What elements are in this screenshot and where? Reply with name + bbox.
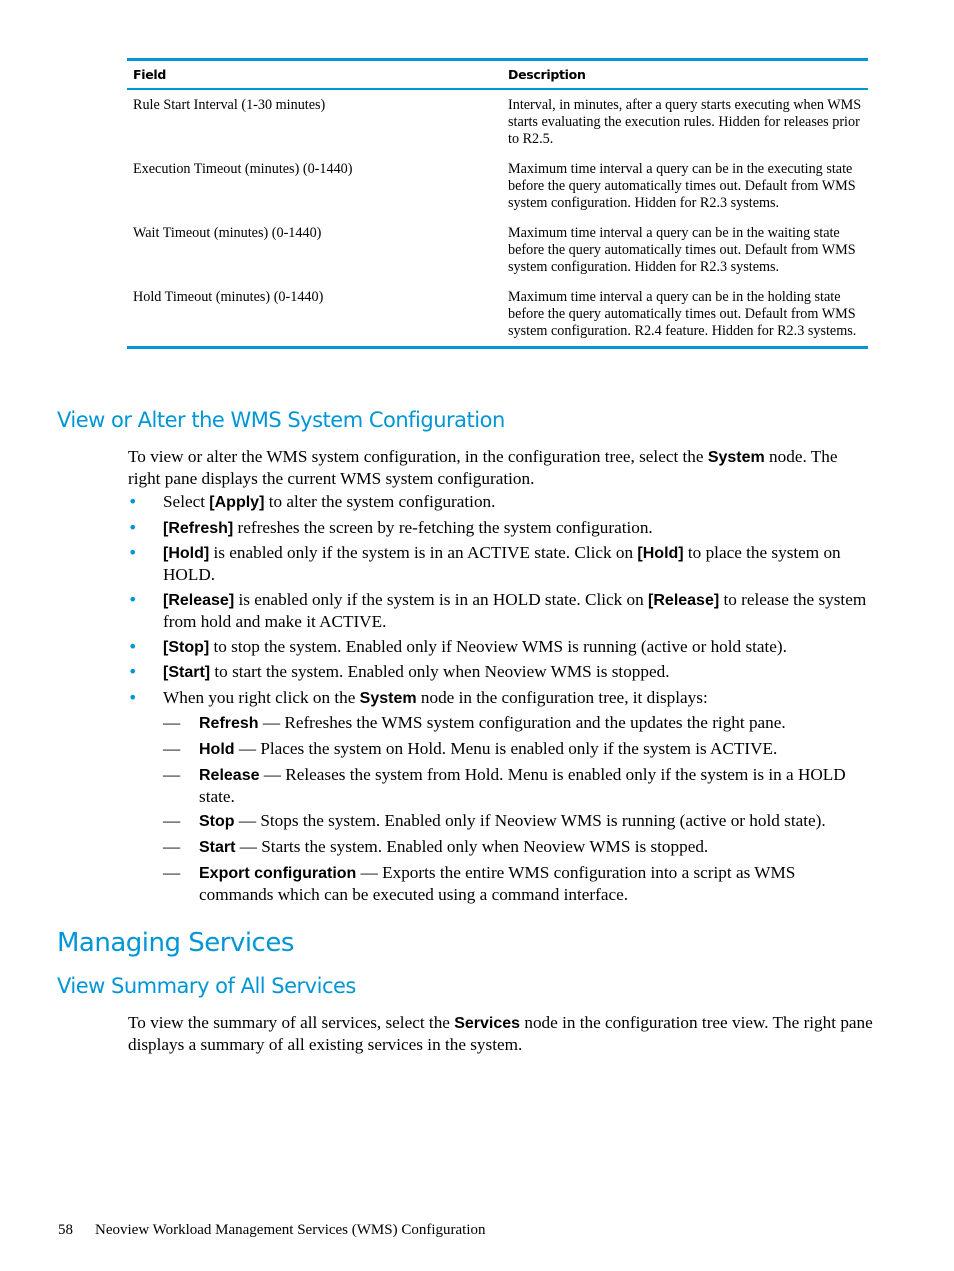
list-item: • [Release] is enabled only if the system… xyxy=(128,589,873,632)
bullet-icon: • xyxy=(128,517,138,537)
item-text: — Stops the system. Enabled only if Neov… xyxy=(234,811,826,831)
item-text: is enabled only if the system is in an A… xyxy=(209,543,638,563)
bullet-icon: • xyxy=(128,590,138,610)
page-number: 58 xyxy=(58,1222,73,1238)
column-header-description: Description xyxy=(508,67,586,82)
section-heading-system-config: View or Alter the WMS System Configurati… xyxy=(57,408,505,432)
sub-list-item: — Start — Starts the system. Enabled only… xyxy=(163,836,873,858)
item-bold: Hold xyxy=(199,740,235,758)
intro-bold: System xyxy=(707,449,765,466)
dash-icon: — xyxy=(163,713,181,733)
item-bold: Start xyxy=(199,838,236,856)
intro-text: To view or alter the WMS system configur… xyxy=(128,447,708,466)
dash-icon: — xyxy=(163,764,181,784)
item-bold: [Hold] xyxy=(163,545,210,563)
context-menu-items-list: — Refresh — Refreshes the WMS system conf… xyxy=(163,712,873,904)
bullet-icon: • xyxy=(128,688,138,708)
table-header-row: Field Description xyxy=(127,59,868,89)
field-cell: Wait Timeout (minutes) (0-1440) xyxy=(133,225,322,241)
item-bold: Release xyxy=(199,766,260,784)
item-bold: System xyxy=(359,690,417,708)
dash-icon: — xyxy=(163,862,181,882)
item-text: Select xyxy=(163,492,210,511)
field-description-table: Field Description Rule Start Interval (1… xyxy=(127,58,868,349)
description-cell: Maximum time interval a query can be in … xyxy=(508,161,856,211)
column-header-field: Field xyxy=(133,67,167,82)
table-row: Execution Timeout (minutes) (0-1440) Max… xyxy=(127,154,868,218)
item-text: node in the configuration tree, it displ… xyxy=(416,688,708,708)
item-text: — Releases the system from Hold. Menu is… xyxy=(199,764,846,806)
list-item: • [Start] to start the system. Enabled on… xyxy=(128,661,873,683)
table-row: Wait Timeout (minutes) (0-1440) Maximum … xyxy=(127,218,868,282)
sub-list-item: — Refresh — Refreshes the WMS system conf… xyxy=(163,712,873,734)
dash-icon: — xyxy=(163,836,181,856)
field-cell: Execution Timeout (minutes) (0-1440) xyxy=(133,161,353,177)
item-text: to stop the system. Enabled only if Neov… xyxy=(209,636,787,656)
intro-bold: Services xyxy=(454,1015,521,1032)
subsection-heading-services-summary: View Summary of All Services xyxy=(57,974,356,998)
item-bold: [Release] xyxy=(163,592,235,610)
list-item: • [Refresh] refreshes the screen by re-fe… xyxy=(128,517,873,539)
intro-text: To view the summary of all services, sel… xyxy=(128,1013,455,1032)
item-bold: [Refresh] xyxy=(163,519,234,537)
list-item: • [Stop] to stop the system. Enabled only… xyxy=(128,636,873,658)
table-row: Hold Timeout (minutes) (0-1440) Maximum … xyxy=(127,282,868,348)
field-cell: Rule Start Interval (1-30 minutes) xyxy=(133,97,326,113)
dash-icon: — xyxy=(163,738,181,758)
description-cell: Maximum time interval a query can be in … xyxy=(508,225,856,275)
footer-title: Neoview Workload Management Services (WM… xyxy=(95,1222,486,1238)
item-text: When you right click on the xyxy=(163,688,360,708)
item-bold: [Apply] xyxy=(209,494,265,511)
table-row: Rule Start Interval (1-30 minutes) Inter… xyxy=(127,89,868,154)
item-text: to start the system. Enabled only when N… xyxy=(210,662,670,682)
item-text: to alter the system configuration. xyxy=(264,492,496,511)
item-text: refreshes the screen by re-fetching the … xyxy=(233,517,653,537)
description-cell: Maximum time interval a query can be in … xyxy=(508,289,857,339)
list-item: • [Hold] is enabled only if the system is… xyxy=(128,542,873,585)
item-bold: [Release] xyxy=(648,592,720,610)
sub-list-item: — Export configuration — Exports the enti… xyxy=(163,862,873,905)
page-footer: 58 Neoview Workload Management Services (… xyxy=(58,1222,486,1239)
item-text: — Refreshes the WMS system configuration… xyxy=(258,713,786,733)
sub-list-item: — Hold — Places the system on Hold. Menu … xyxy=(163,738,873,760)
services-summary-intro: To view the summary of all services, sel… xyxy=(128,1012,873,1055)
field-cell: Hold Timeout (minutes) (0-1440) xyxy=(133,289,324,305)
bullet-icon: • xyxy=(128,543,138,563)
list-item: • Select [Apply] to alter the system conf… xyxy=(128,491,873,513)
list-item: • When you right click on the System node… xyxy=(128,687,873,904)
sub-list-item: — Stop — Stops the system. Enabled only i… xyxy=(163,810,873,832)
item-bold: [Hold] xyxy=(637,545,684,563)
section-heading-managing-services: Managing Services xyxy=(57,928,294,958)
item-bold: Stop xyxy=(199,813,235,831)
bullet-icon: • xyxy=(128,636,138,656)
item-bold: [Start] xyxy=(163,664,211,682)
bullet-icon: • xyxy=(128,492,138,511)
description-cell: Interval, in minutes, after a query star… xyxy=(508,97,862,147)
system-actions-list: • Select [Apply] to alter the system conf… xyxy=(128,491,873,908)
item-bold: Refresh xyxy=(199,715,259,733)
bullet-icon: • xyxy=(128,662,138,682)
item-bold: Export configuration xyxy=(199,864,357,882)
item-text: — Places the system on Hold. Menu is ena… xyxy=(234,738,778,758)
dash-icon: — xyxy=(163,811,181,831)
sub-list-item: — Release — Releases the system from Hold… xyxy=(163,764,873,807)
item-text: is enabled only if the system is in an H… xyxy=(234,590,649,610)
item-text: — Starts the system. Enabled only when N… xyxy=(235,836,709,856)
item-bold: [Stop] xyxy=(163,638,210,656)
system-config-intro: To view or alter the WMS system configur… xyxy=(128,446,873,489)
